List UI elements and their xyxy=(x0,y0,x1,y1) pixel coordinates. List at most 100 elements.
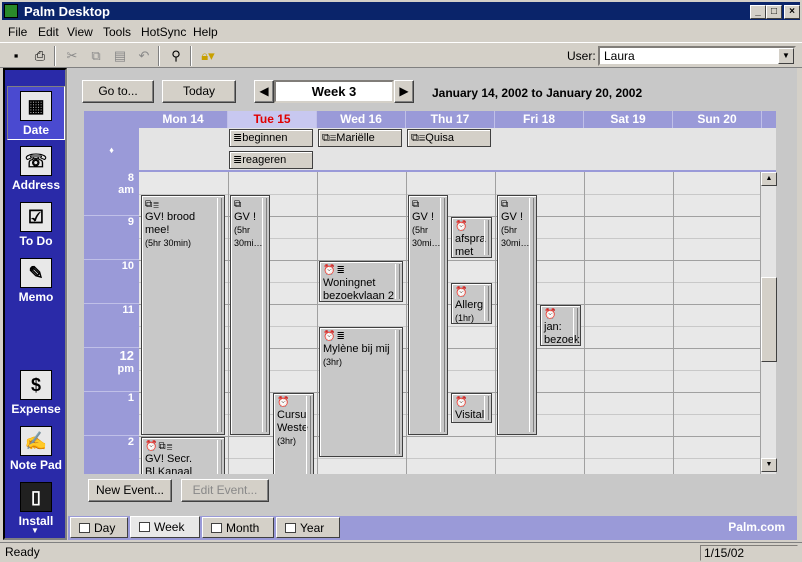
print-icon[interactable]: ⎙ xyxy=(30,46,50,65)
launcher-scroll-down-icon[interactable]: ▼ xyxy=(31,526,39,535)
grid-line xyxy=(139,436,776,437)
edit-event-button[interactable]: Edit Event... xyxy=(181,479,269,502)
user-value: Laura xyxy=(604,49,635,63)
palm-logo[interactable]: Palm.com xyxy=(728,520,785,534)
menu-edit[interactable]: Edit xyxy=(38,25,59,39)
event[interactable]: ⏰ jan: bezoek xyxy=(540,305,581,346)
tab-day[interactable]: Day xyxy=(70,517,128,538)
event[interactable]: ⧉ GV ! (5hr 30mi… xyxy=(497,195,537,435)
next-week-arrow-icon[interactable]: ▶ xyxy=(394,80,414,103)
title-bar: Palm Desktop _ □ × xyxy=(0,0,802,22)
day-divider xyxy=(673,172,674,474)
day-divider xyxy=(584,172,585,474)
maximize-button[interactable]: □ xyxy=(766,5,782,19)
day-header[interactable]: Mon 14 xyxy=(139,111,228,128)
event[interactable]: ⧉ GV ! (5hr 30mi… xyxy=(408,195,448,435)
event[interactable]: ⏰⧉≣ GV! Secr. Bl.Kanaal xyxy=(141,437,225,474)
hour-label: 12 pm xyxy=(84,348,139,392)
prev-week-arrow-icon[interactable]: ◀ xyxy=(254,80,274,103)
launcher-label: Memo xyxy=(18,290,54,304)
launcher-label: Expense xyxy=(11,402,61,416)
day-divider xyxy=(317,172,318,474)
launcher-expense[interactable]: $ Expense xyxy=(7,366,65,420)
launcher-memo[interactable]: ✎ Memo xyxy=(7,254,65,308)
paste-icon[interactable]: ▤ xyxy=(110,46,130,65)
scroll-thumb[interactable] xyxy=(761,277,777,362)
event[interactable]: ⧉≣ GV! brood mee! (5hr 30min) xyxy=(141,195,225,435)
chevron-down-icon[interactable]: ▼ xyxy=(778,48,794,64)
day-header-today[interactable]: Tue 15 xyxy=(228,111,317,128)
view-tabs: Day Week Month Year Palm.com xyxy=(68,516,797,540)
app-icon xyxy=(4,4,18,18)
event[interactable]: ⏰ afspra met xyxy=(451,217,492,258)
launcher-notepad[interactable]: ✍ Note Pad xyxy=(7,422,65,476)
status-text: Ready xyxy=(5,545,40,559)
untimed-event[interactable]: ⧉≣Mariëlle xyxy=(318,129,402,147)
cut-icon[interactable]: ✂ xyxy=(62,46,82,65)
untimed-event[interactable]: ≣reageren xyxy=(229,151,313,169)
week-view-icon xyxy=(139,522,150,532)
new-event-button[interactable]: New Event... xyxy=(88,479,172,502)
close-button[interactable]: × xyxy=(784,5,800,19)
event[interactable]: ⧉ GV ! (5hr 30mi… xyxy=(230,195,270,435)
menu-file[interactable]: File xyxy=(8,25,27,39)
notepad-icon: ✍ xyxy=(20,426,52,456)
week-grid: 8 am 9 10 11 12 pm 1 2 ⧉≣ GV! brood mee! (5h… xyxy=(84,172,776,474)
launcher-bar: ▦ Date ☏ Address ☑ To Do ✎ Memo $ Expens… xyxy=(3,68,67,540)
event[interactable]: ⏰≣ Mylène bij mij (3hr) xyxy=(319,327,403,457)
today-button[interactable]: Today xyxy=(162,80,236,103)
toolbar-separator xyxy=(158,46,160,66)
user-label: User: xyxy=(567,49,596,63)
menu-help[interactable]: Help xyxy=(193,25,218,39)
untimed-event[interactable]: ⧉≣Quisa xyxy=(407,129,491,147)
launcher-label: To Do xyxy=(19,234,53,248)
event[interactable]: ⏰ Allerg (1hr) xyxy=(451,283,492,324)
launcher-label: Date xyxy=(22,123,49,137)
copy-icon[interactable]: ⧉ xyxy=(86,46,106,65)
day-divider xyxy=(228,172,229,474)
vertical-scrollbar[interactable]: ▲ ▼ xyxy=(760,172,777,474)
day-view-icon xyxy=(79,523,90,533)
day-header[interactable]: Sat 19 xyxy=(584,111,673,128)
launcher-date[interactable]: ▦ Date xyxy=(7,86,65,140)
week-view-panel: Go to... Today ◀ Week 3 ▶ January 14, 20… xyxy=(68,68,797,516)
phone-icon: ☏ xyxy=(20,146,52,176)
day-header[interactable]: Thu 17 xyxy=(406,111,495,128)
toolbar-separator xyxy=(54,46,56,66)
day-divider xyxy=(406,172,407,474)
tab-week[interactable]: Week xyxy=(130,516,200,538)
scroll-up-icon[interactable]: ▲ xyxy=(761,172,777,186)
untimed-event[interactable]: ≣beginnen xyxy=(229,129,313,147)
handheld-icon: ▯ xyxy=(20,482,52,512)
launcher-install[interactable]: ▯ Install xyxy=(7,478,65,532)
day-header[interactable]: Sun 20 xyxy=(673,111,762,128)
day-header[interactable]: Wed 16 xyxy=(317,111,406,128)
checklist-icon: ☑ xyxy=(20,202,52,232)
event[interactable]: ⏰ Visital xyxy=(451,393,492,423)
hour-label: 9 xyxy=(84,216,139,260)
undo-icon[interactable]: ↶ xyxy=(134,46,154,65)
tab-month[interactable]: Month xyxy=(202,517,274,538)
untimed-marker-icon: ♦ xyxy=(84,128,139,172)
day-divider xyxy=(495,172,496,474)
hour-label: 1 xyxy=(84,392,139,436)
minimize-button[interactable]: _ xyxy=(750,5,766,19)
security-lock-icon[interactable]: 🔒︎▾ xyxy=(198,46,218,65)
goto-button[interactable]: Go to... xyxy=(82,80,154,103)
scroll-down-icon[interactable]: ▼ xyxy=(761,458,777,472)
menu-view[interactable]: View xyxy=(67,25,93,39)
event[interactable]: ⏰ Cursu Weste (3hr) xyxy=(273,393,314,474)
tab-year[interactable]: Year xyxy=(276,517,340,538)
menu-hotsync[interactable]: HotSync xyxy=(141,25,186,39)
launcher-todo[interactable]: ☑ To Do xyxy=(7,198,65,252)
hour-label: 8 am xyxy=(84,172,139,216)
user-select[interactable]: Laura ▼ xyxy=(598,46,796,66)
save-icon[interactable]: ▪ xyxy=(6,46,26,65)
day-header[interactable]: Fri 18 xyxy=(495,111,584,128)
status-date: 1/15/02 xyxy=(700,545,798,561)
toolbar-separator xyxy=(190,46,192,66)
find-icon[interactable]: ⚲ xyxy=(166,46,186,65)
menu-tools[interactable]: Tools xyxy=(103,25,131,39)
event[interactable]: ⏰≣ Woningnet bezoekvlaan 2 xyxy=(319,261,403,302)
launcher-address[interactable]: ☏ Address xyxy=(7,142,65,196)
